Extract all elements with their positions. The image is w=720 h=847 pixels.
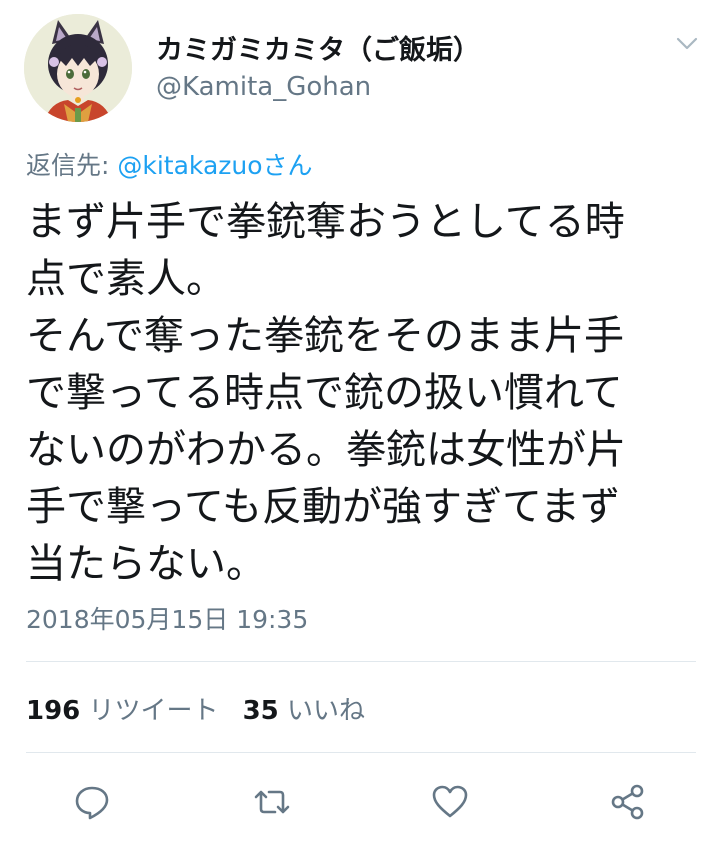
chevron-down-icon[interactable] [676, 36, 698, 50]
divider [26, 752, 696, 753]
reply-context: 返信先: @kitakazuoさん [26, 146, 313, 182]
retweet-count-link[interactable]: 196 リツイート [26, 696, 219, 726]
like-count: 35 [242, 696, 279, 726]
tweet-timestamp[interactable]: 2018年05月15日 19:35 [26, 600, 308, 636]
tweet-text-line: まず片手で拳銃奪おうとしてる時 [26, 199, 625, 245]
avatar-illustration [24, 14, 132, 122]
reply-icon [75, 786, 109, 820]
engagement-stats: 196 リツイート 35 いいね [26, 690, 365, 727]
divider [26, 661, 696, 662]
tweet-text-line: 当たらない。 [26, 541, 266, 587]
display-name[interactable]: カミガミカミタ（ご飯垢） [156, 28, 480, 67]
retweet-icon [254, 790, 290, 814]
like-label: いいね [287, 696, 366, 726]
like-icon [432, 785, 468, 818]
share-button[interactable] [606, 780, 650, 824]
action-bar [0, 780, 720, 824]
like-count-link[interactable]: 35 いいね [243, 696, 365, 726]
tweet-text-line: で撃ってる時点で銃の扱い慣れて [26, 370, 623, 416]
user-handle[interactable]: @Kamita_Gohan [156, 72, 371, 102]
avatar[interactable] [24, 14, 132, 122]
reply-mention-link[interactable]: @kitakazuoさん [117, 151, 312, 180]
tweet-text-line: 手で撃っても反動が強すぎてまず [26, 484, 620, 530]
reply-button[interactable] [70, 780, 114, 824]
retweet-count: 196 [26, 696, 81, 726]
tweet-text-line: 点で素人。 [26, 256, 226, 302]
tweet-text: まず片手で拳銃奪おうとしてる時 点で素人。 そんで奪った拳銃をそのまま片手 で撃… [26, 194, 706, 593]
share-icon [611, 784, 644, 820]
tweet-detail: カミガミカミタ（ご飯垢） @Kamita_Gohan 返信先: @kitakaz… [0, 0, 720, 847]
like-button[interactable] [428, 780, 472, 824]
retweet-label: リツイート [88, 696, 219, 726]
tweet-text-line: そんで奪った拳銃をそのまま片手 [26, 313, 624, 359]
retweet-button[interactable] [250, 780, 294, 824]
reply-prefix: 返信先: [26, 151, 118, 180]
tweet-text-line: ないのがわかる。拳銃は女性が片 [26, 427, 626, 473]
